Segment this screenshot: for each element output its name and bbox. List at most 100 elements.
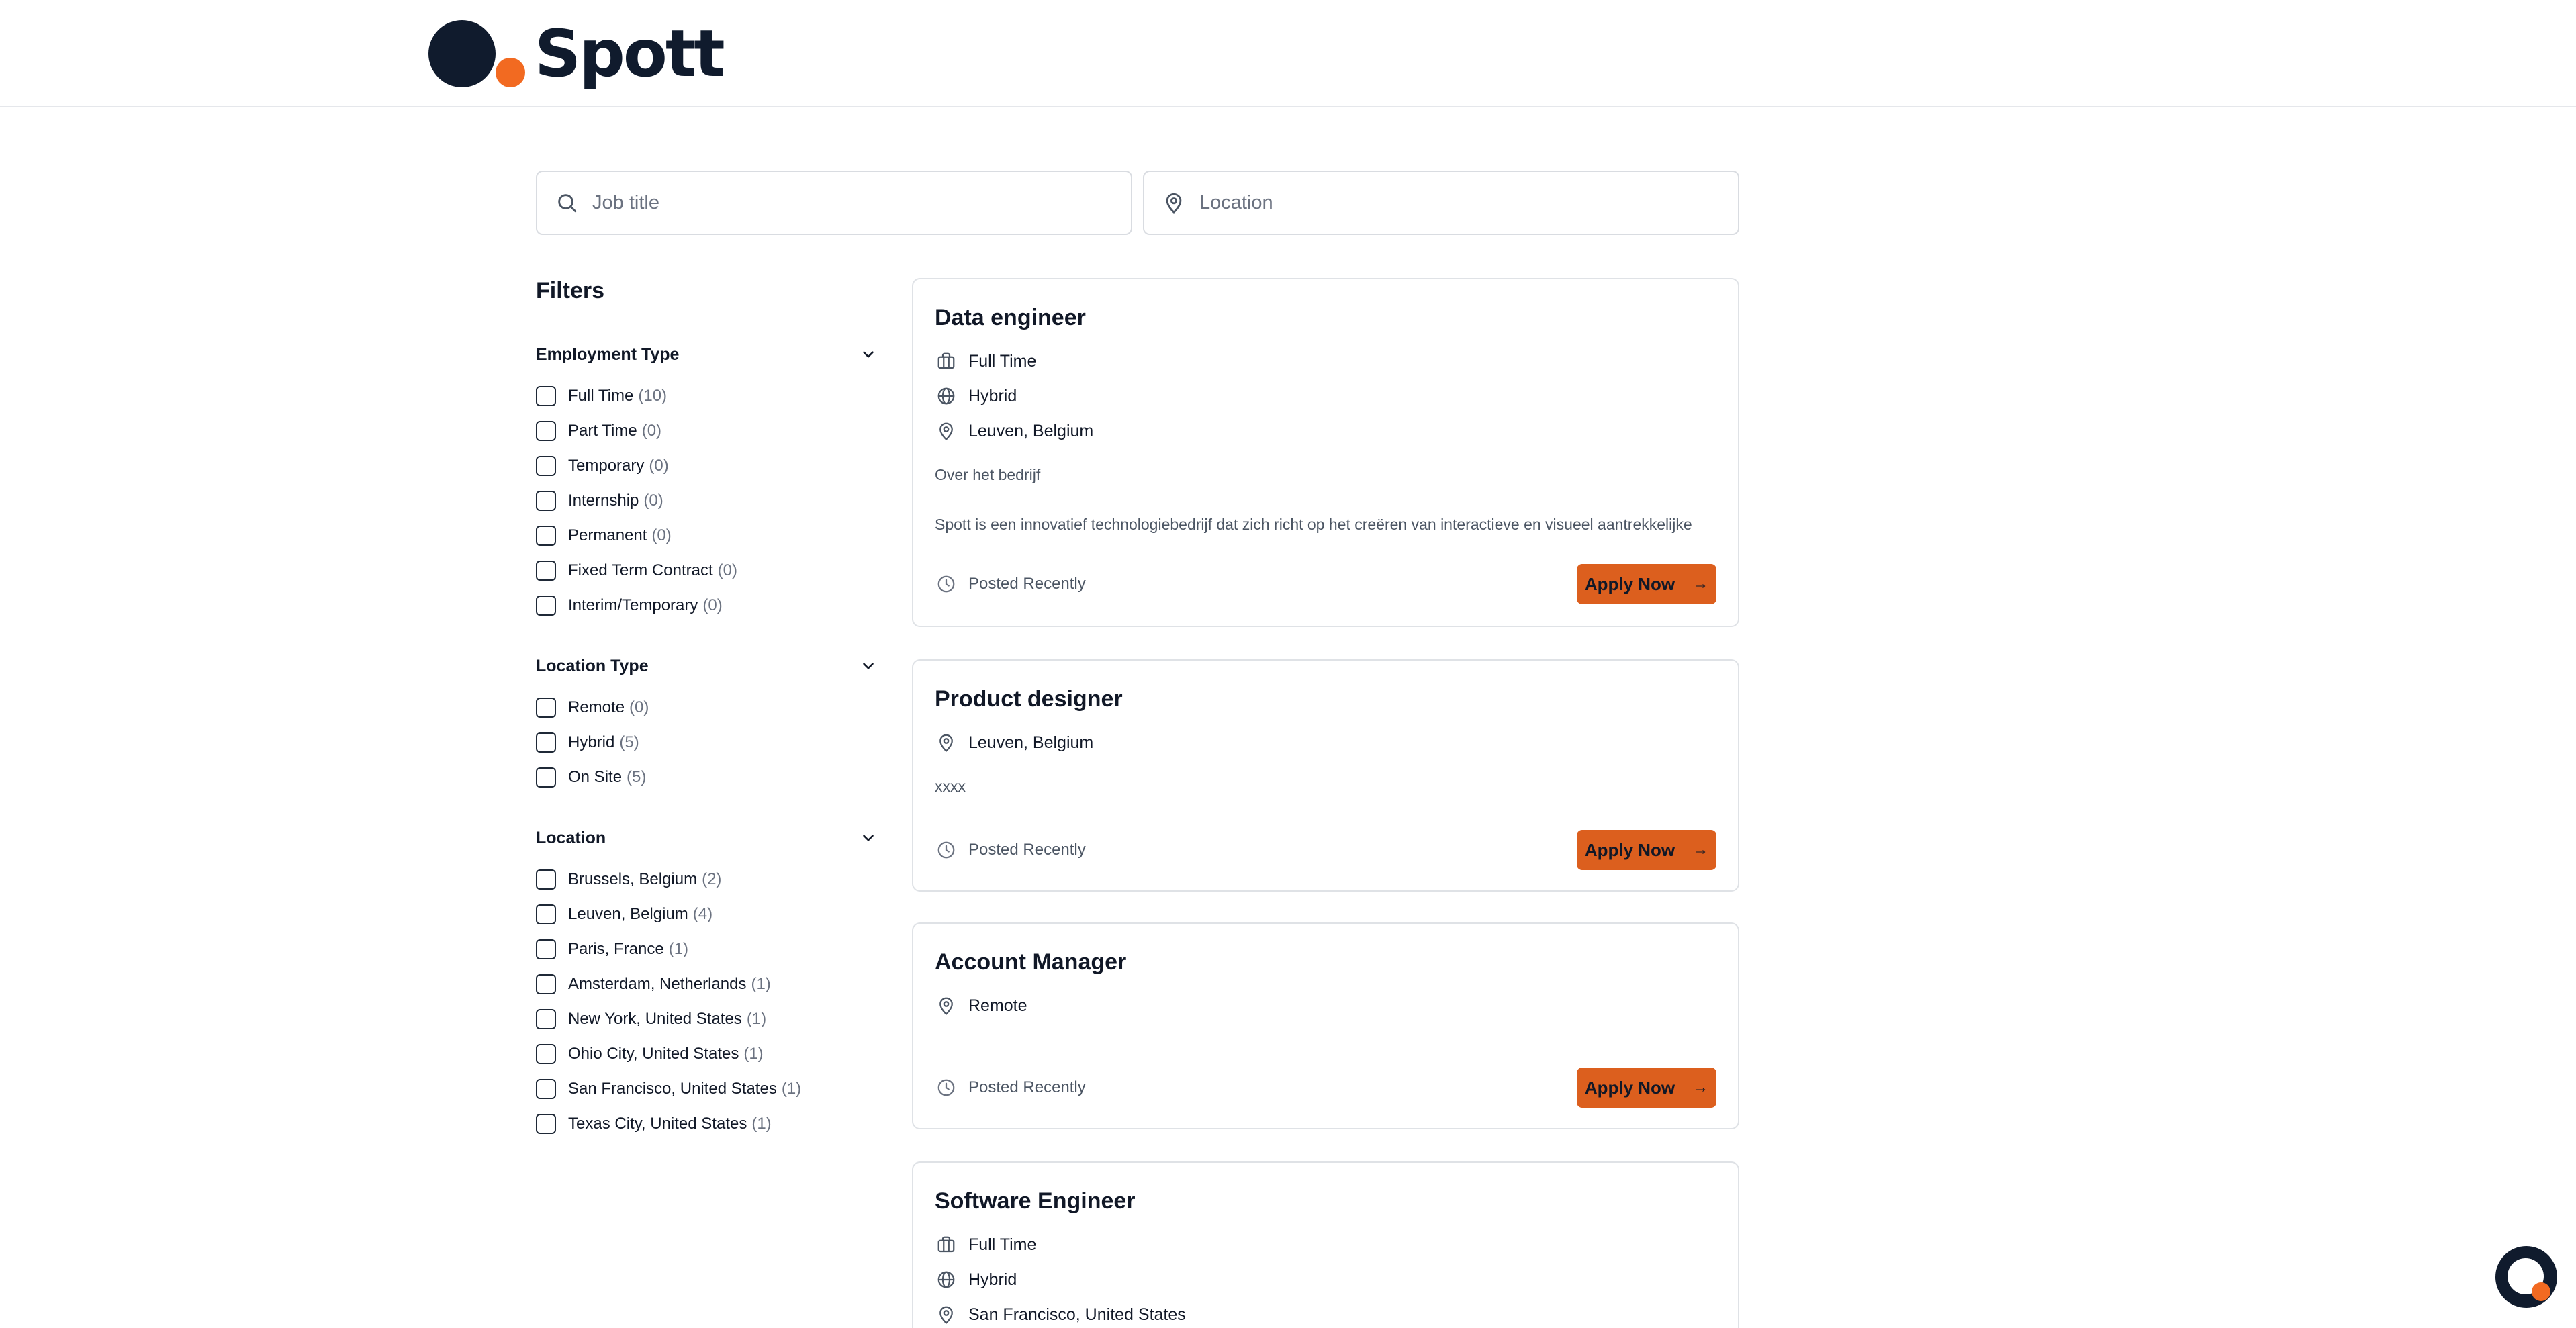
filter-option-full-time[interactable]: Full Time (10) — [536, 383, 667, 410]
checkbox[interactable] — [536, 904, 556, 924]
job-title[interactable]: Data engineer — [935, 305, 1086, 331]
checkbox[interactable] — [536, 526, 556, 546]
apply-now-button[interactable]: Apply Now → — [1577, 564, 1716, 604]
filter-option-remote[interactable]: Remote (0) — [536, 694, 649, 721]
chevron-down-icon[interactable] — [857, 655, 880, 677]
briefcase-icon — [935, 1233, 958, 1256]
chat-widget-icon[interactable] — [2495, 1246, 2557, 1308]
apply-now-button[interactable]: Apply Now → — [1577, 1068, 1716, 1108]
job-card[interactable]: Account Manager Remote Posted Recently A… — [912, 922, 1739, 1129]
filter-option-paris[interactable]: Paris, France (1) — [536, 936, 688, 963]
filters-title: Filters — [536, 278, 605, 303]
clock-icon — [935, 1076, 958, 1099]
spott-logo[interactable]: Spott — [428, 16, 725, 91]
checkbox[interactable] — [536, 939, 556, 959]
job-description: Spott is een innovatief technologiebedri… — [935, 516, 1692, 533]
job-description: xxxx — [935, 777, 966, 795]
checkbox[interactable] — [536, 698, 556, 718]
job-posted: Posted Recently — [935, 837, 1086, 863]
location-type-toggle[interactable]: Location Type — [536, 653, 880, 679]
filter-option-texas-city[interactable]: Texas City, United States (1) — [536, 1110, 772, 1137]
location-title: Location — [536, 828, 606, 847]
apply-now-button[interactable]: Apply Now → — [1577, 830, 1716, 870]
location-toggle[interactable]: Location — [536, 824, 880, 851]
job-location: San Francisco, United States — [935, 1301, 1186, 1328]
location-type-filter: Location Type Remote (0) Hybrid (5) On Sit… — [536, 653, 880, 788]
checkbox[interactable] — [536, 767, 556, 788]
job-employment-type: Full Time — [935, 1231, 1036, 1258]
map-pin-icon — [935, 731, 958, 754]
briefcase-icon — [935, 350, 958, 373]
filter-option-permanent[interactable]: Permanent (0) — [536, 522, 672, 549]
clock-icon — [935, 573, 958, 596]
filter-option-on-site[interactable]: On Site (5) — [536, 764, 646, 791]
checkbox[interactable] — [536, 1044, 556, 1064]
filter-option-interim-temporary[interactable]: Interim/Temporary (0) — [536, 592, 723, 619]
clock-icon — [935, 839, 958, 861]
checkbox[interactable] — [536, 561, 556, 581]
logo-mark-icon — [428, 19, 526, 89]
job-card[interactable]: Product designer Leuven, Belgium xxxx Po… — [912, 659, 1739, 892]
location-type-title: Location Type — [536, 656, 649, 675]
checkbox[interactable] — [536, 732, 556, 753]
checkbox[interactable] — [536, 869, 556, 890]
job-location: Leuven, Belgium — [935, 729, 1093, 756]
filters-panel: Filters Employment Type Full Time (10) Pa… — [536, 278, 880, 1134]
location-filter: Location Brussels, Belgium (2) Leuven, Be… — [536, 824, 880, 1134]
job-title[interactable]: Software Engineer — [935, 1188, 1136, 1215]
search-icon — [552, 188, 582, 218]
arrow-right-icon: → — [1692, 841, 1709, 859]
job-card[interactable]: Software Engineer Full Time Hybrid San F… — [912, 1161, 1739, 1328]
checkbox[interactable] — [536, 456, 556, 476]
employment-type-toggle[interactable]: Employment Type — [536, 341, 880, 368]
location-input[interactable] — [1199, 191, 1710, 214]
filter-option-new-york[interactable]: New York, United States (1) — [536, 1006, 766, 1033]
job-location: Leuven, Belgium — [935, 418, 1093, 444]
filter-option-brussels[interactable]: Brussels, Belgium (2) — [536, 866, 721, 893]
checkbox[interactable] — [536, 1079, 556, 1099]
job-description-heading: Over het bedrijf — [935, 466, 1041, 483]
checkbox[interactable] — [536, 1114, 556, 1134]
map-pin-icon — [935, 994, 958, 1017]
checkbox[interactable] — [536, 1009, 556, 1029]
job-posted: Posted Recently — [935, 1074, 1086, 1101]
filter-option-fixed-term-contract[interactable]: Fixed Term Contract (0) — [536, 557, 737, 584]
globe-icon — [935, 1268, 958, 1291]
logo-text: Spott — [535, 16, 725, 91]
filter-option-ohio-city[interactable]: Ohio City, United States (1) — [536, 1041, 764, 1068]
job-card[interactable]: Data engineer Full Time Hybrid Leuven, B… — [912, 278, 1739, 627]
job-location-type: Hybrid — [935, 383, 1017, 410]
arrow-right-icon: → — [1692, 575, 1709, 593]
job-posted: Posted Recently — [935, 571, 1086, 598]
employment-type-filter: Employment Type Full Time (10) Part Time(… — [536, 341, 880, 616]
filter-option-san-francisco[interactable]: San Francisco, United States (1) — [536, 1076, 801, 1102]
checkbox[interactable] — [536, 491, 556, 511]
job-title-search[interactable] — [536, 171, 1132, 235]
checkbox[interactable] — [536, 596, 556, 616]
job-employment-type: Full Time — [935, 348, 1036, 375]
filter-option-hybrid[interactable]: Hybrid (5) — [536, 729, 639, 756]
job-location: Remote — [935, 992, 1027, 1019]
map-pin-icon — [1159, 188, 1189, 218]
employment-type-title: Employment Type — [536, 344, 680, 364]
checkbox[interactable] — [536, 421, 556, 441]
map-pin-icon — [935, 420, 958, 442]
filter-option-temporary[interactable]: Temporary (0) — [536, 453, 669, 479]
arrow-right-icon: → — [1692, 1078, 1709, 1096]
chevron-down-icon[interactable] — [857, 343, 880, 366]
location-search[interactable] — [1143, 171, 1739, 235]
job-title[interactable]: Product designer — [935, 686, 1123, 712]
map-pin-icon — [935, 1303, 958, 1326]
chevron-down-icon[interactable] — [857, 826, 880, 849]
globe-icon — [935, 385, 958, 408]
job-location-type: Hybrid — [935, 1266, 1017, 1293]
site-header: Spott — [0, 0, 2576, 107]
filter-option-amsterdam[interactable]: Amsterdam, Netherlands (1) — [536, 971, 771, 998]
job-title[interactable]: Account Manager — [935, 949, 1126, 976]
filter-option-part-time[interactable]: Part Time (0) — [536, 418, 661, 444]
filter-option-leuven[interactable]: Leuven, Belgium (4) — [536, 901, 712, 928]
checkbox[interactable] — [536, 386, 556, 406]
checkbox[interactable] — [536, 974, 556, 994]
job-title-input[interactable] — [592, 191, 1103, 214]
filter-option-internship[interactable]: Internship (0) — [536, 487, 663, 514]
